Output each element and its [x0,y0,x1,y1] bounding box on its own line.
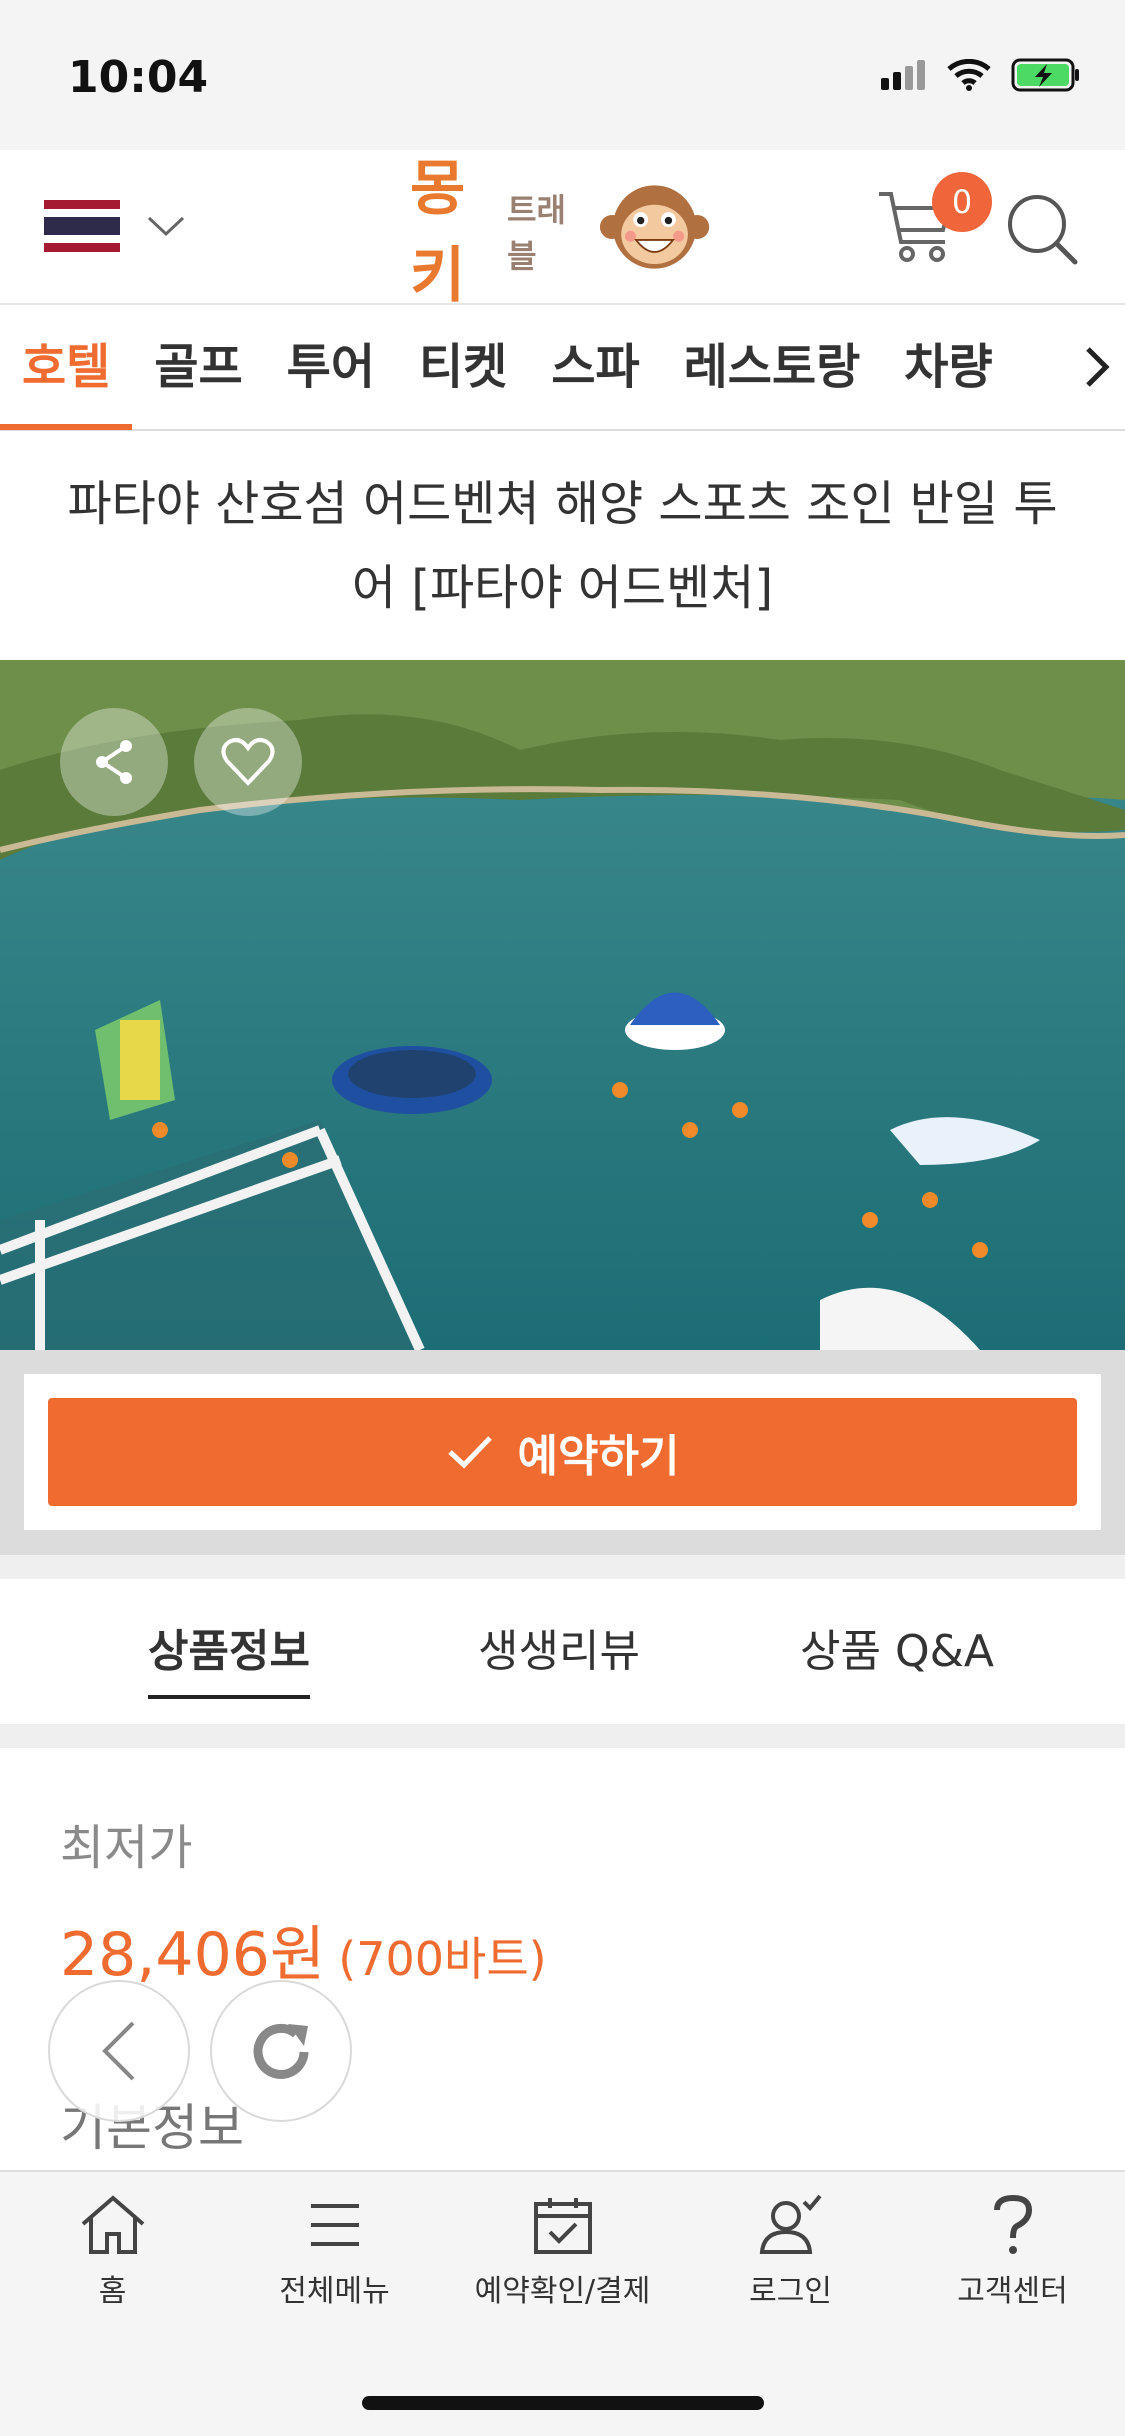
nav-customer-center-label: 고객센터 [957,2274,1068,2309]
cart-count-badge: 0 [932,172,992,232]
nav-home[interactable]: 홈 [0,2194,225,2310]
tab-product-qa[interactable]: 상품 Q&A [800,1615,994,1695]
chevron-right-icon [1086,347,1110,387]
refresh-icon [253,2023,309,2079]
price-thb: (700바트) [338,1932,547,1986]
nav-booking-check[interactable]: 예약확인/결제 [450,2194,675,2310]
reserve-button-label: 예약하기 [517,1431,680,1482]
chevron-down-icon[interactable] [145,212,187,240]
price-section: 최저가 28,406원 (700바트) 기본정보 [0,1748,1125,2168]
favorite-button[interactable] [194,708,302,816]
home-icon [81,2195,144,2254]
product-hero-image [0,660,1125,1350]
tab-reviews[interactable]: 생생리뷰 [478,1615,640,1695]
share-button[interactable] [60,708,168,816]
status-bar: 10:04 [0,0,1125,150]
reserve-area: 예약하기 [0,1350,1125,1555]
status-time: 10:04 [68,52,209,103]
tab-hotel[interactable]: 호텔 [0,304,133,430]
logo-sub-text: 트래블 [507,191,566,275]
tab-ticket[interactable]: 티켓 [397,304,529,430]
product-info-tabs: 상품정보 생생리뷰 상품 Q&A [0,1579,1125,1724]
monkey-mascot-icon [599,185,710,269]
tab-spa[interactable]: 스파 [529,304,661,430]
nav-customer-center[interactable]: 고객센터 [900,2194,1125,2310]
monkey-travel-logo[interactable]: 몽키 트래블 [410,154,710,311]
menu-icon [310,2204,359,2246]
nav-booking-check-label: 예약확인/결제 [474,2274,651,2309]
nav-home-label: 홈 [98,2274,127,2309]
price-row: 28,406원 (700바트) [60,1906,547,1993]
top-header: 몽키 트래블 0 [0,150,1125,311]
tab-golf[interactable]: 골프 [132,304,264,430]
product-title: 파타야 산호섬 어드벤쳐 해양 스포츠 조인 반일 투어 [파타야 어드벤처] [67,476,1058,616]
battery-icon [1011,58,1079,92]
category-scroll-right-button[interactable] [1069,305,1125,429]
checkmark-icon [447,1436,492,1469]
user-check-icon [759,2194,822,2254]
share-icon [96,740,132,784]
nav-login-label: 로그인 [749,2274,832,2309]
bottom-navigation: 홈 전체메뉴 예약확인/결제 로그인 고객센터 [0,2170,1125,2335]
category-tabs: 호텔 골프 투어 티켓 스파 레스토랑 차량 [0,305,1125,431]
chevron-left-icon [102,2021,135,2081]
logo-main-text: 몽키 [410,154,465,311]
status-icons [881,58,1081,92]
reserve-button[interactable]: 예약하기 [48,1398,1077,1506]
tab-restaurant[interactable]: 레스토랑 [662,304,883,430]
refresh-button[interactable] [210,1980,352,2122]
signal-icon [881,60,925,90]
reserve-panel: 예약하기 [24,1374,1101,1530]
home-indicator[interactable] [362,2396,764,2410]
product-title-block: 파타야 산호섬 어드벤쳐 해양 스포츠 조인 반일 투어 [파타야 어드벤처] [0,433,1125,659]
home-indicator-area [0,2335,1125,2436]
hero-photo [0,660,1125,1350]
tab-tour[interactable]: 투어 [265,304,397,430]
section-divider-2 [0,1724,1125,1748]
search-icon[interactable] [1003,190,1083,270]
calendar-check-icon [533,2198,592,2254]
heart-icon [221,738,275,786]
nav-all-menu-label: 전체메뉴 [279,2274,390,2309]
lowest-price-label: 최저가 [60,1820,193,1876]
nav-login[interactable]: 로그인 [678,2194,903,2310]
nav-all-menu[interactable]: 전체메뉴 [222,2194,447,2310]
wifi-icon [947,59,991,91]
section-divider [0,1555,1125,1579]
back-button[interactable] [48,1980,190,2122]
thailand-flag-icon[interactable] [44,200,120,252]
question-icon [993,2194,1032,2254]
tab-product-info[interactable]: 상품정보 [148,1615,310,1699]
tab-vehicle[interactable]: 차량 [882,304,1014,430]
